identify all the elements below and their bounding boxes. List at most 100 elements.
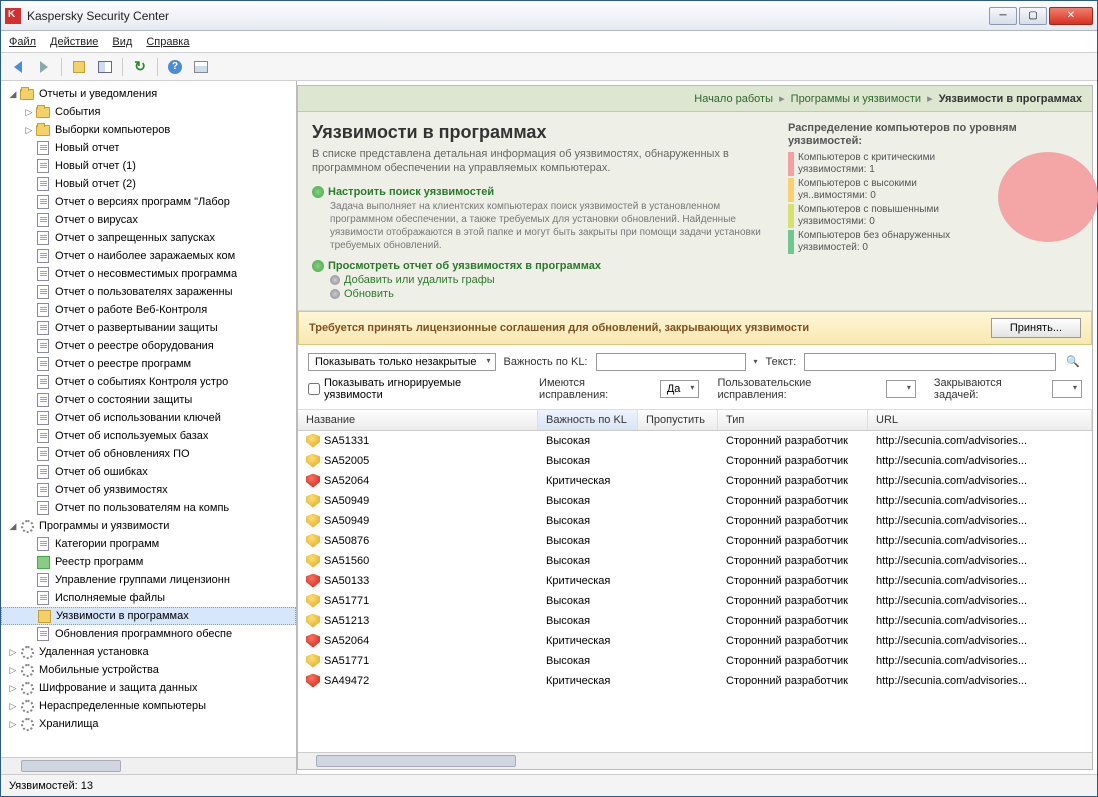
tree-node[interactable]: ▷Хранилища: [1, 715, 296, 733]
titlebar[interactable]: Kaspersky Security Center ─ ▢ ✕: [1, 1, 1097, 31]
table-row[interactable]: SA52064КритическаяСторонний разработчикh…: [298, 471, 1092, 491]
tree-node[interactable]: Отчет о запрещенных запусках: [1, 229, 296, 247]
tree-node[interactable]: Отчет о развертывании защиты: [1, 319, 296, 337]
breadcrumb-home[interactable]: Начало работы: [694, 93, 773, 105]
tree-node[interactable]: Уязвимости в программах: [1, 607, 296, 625]
menu-help[interactable]: Справка: [146, 36, 189, 48]
tree-node[interactable]: ▷События: [1, 103, 296, 121]
table-row[interactable]: SA51771ВысокаяСторонний разработчикhttp:…: [298, 651, 1092, 671]
tree-icon: [35, 230, 51, 246]
tree-node[interactable]: Отчет о вирусах: [1, 211, 296, 229]
tree-node[interactable]: Новый отчет (2): [1, 175, 296, 193]
help-button[interactable]: ?: [164, 56, 186, 78]
table-row[interactable]: SA51331ВысокаяСторонний разработчикhttp:…: [298, 431, 1092, 451]
table-row[interactable]: SA50133КритическаяСторонний разработчикh…: [298, 571, 1092, 591]
toolbar: ↻ ?: [1, 53, 1097, 81]
tree-node[interactable]: Реестр программ: [1, 553, 296, 571]
shield-icon: [306, 514, 320, 528]
table-row[interactable]: SA51213ВысокаяСторонний разработчикhttp:…: [298, 611, 1092, 631]
col-type[interactable]: Тип: [718, 410, 868, 430]
table-row[interactable]: SA50949ВысокаяСторонний разработчикhttp:…: [298, 491, 1092, 511]
help-icon: ?: [168, 60, 182, 74]
table-row[interactable]: SA49472КритическаяСторонний разработчикh…: [298, 671, 1092, 691]
refresh-button[interactable]: ↻: [129, 56, 151, 78]
tree-node[interactable]: Обновления программного обеспе: [1, 625, 296, 643]
configure-scan-link[interactable]: Настроить поиск уязвимостей: [312, 186, 778, 198]
tree-node[interactable]: Новый отчет: [1, 139, 296, 157]
panes-button[interactable]: [94, 56, 116, 78]
tree-node[interactable]: Отчет о реестре программ: [1, 355, 296, 373]
tree-node[interactable]: Отчет об ошибках: [1, 463, 296, 481]
nav-back-button[interactable]: [7, 56, 29, 78]
nav-forward-button[interactable]: [33, 56, 55, 78]
tree-node[interactable]: Категории программ: [1, 535, 296, 553]
close-button[interactable]: ✕: [1049, 7, 1093, 25]
bullet-icon: [330, 275, 340, 285]
table-row[interactable]: SA50949ВысокаяСторонний разработчикhttp:…: [298, 511, 1092, 531]
tree-node[interactable]: Отчет по пользователям на компь: [1, 499, 296, 517]
search-button[interactable]: 🔍: [1064, 353, 1082, 371]
menu-file[interactable]: Файл: [9, 36, 36, 48]
menu-view[interactable]: Вид: [112, 36, 132, 48]
table-row[interactable]: SA51560ВысокаяСторонний разработчикhttp:…: [298, 551, 1092, 571]
tree-node[interactable]: ◢Программы и уязвимости: [1, 517, 296, 535]
play-icon: [312, 186, 324, 198]
grid-header: Название Важность по KL Пропустить Тип U…: [298, 410, 1092, 431]
tree-node[interactable]: Отчет о пользователях зараженны: [1, 283, 296, 301]
tree-node[interactable]: ▷Мобильные устройства: [1, 661, 296, 679]
properties-button[interactable]: [190, 56, 212, 78]
breadcrumb: Начало работы ▸ Программы и уязвимости ▸…: [298, 86, 1092, 112]
col-url[interactable]: URL: [868, 410, 1092, 430]
user-fix-select[interactable]: [886, 380, 916, 398]
tree-node[interactable]: Отчет о наиболее заражаемых ком: [1, 247, 296, 265]
tree-node[interactable]: ▷Нераспределенные компьютеры: [1, 697, 296, 715]
tree-icon: [35, 536, 51, 552]
add-remove-columns-link[interactable]: Добавить или удалить графы: [330, 274, 778, 286]
severity-input[interactable]: [596, 353, 746, 371]
col-severity[interactable]: Важность по KL: [538, 410, 638, 430]
text-search-input[interactable]: [804, 353, 1056, 371]
sidebar-hscrollbar[interactable]: [1, 757, 296, 774]
breadcrumb-programs[interactable]: Программы и уязвимости: [791, 93, 921, 105]
tree-icon: [35, 374, 51, 390]
minimize-button[interactable]: ─: [989, 7, 1017, 25]
view-report-link[interactable]: Просмотреть отчет об уязвимостях в прогр…: [312, 260, 778, 272]
tree-node[interactable]: Отчет о работе Веб-Контроля: [1, 301, 296, 319]
show-open-select[interactable]: Показывать только незакрытые: [308, 353, 496, 371]
shield-icon: [306, 654, 320, 668]
closed-by-select[interactable]: [1052, 380, 1082, 398]
col-name[interactable]: Название: [298, 410, 538, 430]
bullet-icon: [330, 289, 340, 299]
tree-node[interactable]: ▷Выборки компьютеров: [1, 121, 296, 139]
show-ignored-checkbox[interactable]: Показывать игнорируемые уязвимости: [308, 377, 521, 401]
menu-action[interactable]: Действие: [50, 36, 98, 48]
tree-node[interactable]: Отчет об уязвимостях: [1, 481, 296, 499]
tree-node[interactable]: Отчет о событиях Контроля устро: [1, 373, 296, 391]
up-button[interactable]: [68, 56, 90, 78]
table-row[interactable]: SA52005ВысокаяСторонний разработчикhttp:…: [298, 451, 1092, 471]
tree-node[interactable]: Отчет об использовании ключей: [1, 409, 296, 427]
tree-icon: [35, 500, 51, 516]
col-skip[interactable]: Пропустить: [638, 410, 718, 430]
tree-node[interactable]: Отчет о состоянии защиты: [1, 391, 296, 409]
refresh-link[interactable]: Обновить: [330, 288, 778, 300]
tree-node[interactable]: ▷Удаленная установка: [1, 643, 296, 661]
tree-node[interactable]: Управление группами лицензионн: [1, 571, 296, 589]
table-row[interactable]: SA50876ВысокаяСторонний разработчикhttp:…: [298, 531, 1092, 551]
table-row[interactable]: SA51771ВысокаяСторонний разработчикhttp:…: [298, 591, 1092, 611]
has-fix-select[interactable]: Да: [660, 380, 700, 398]
tree-node[interactable]: ▷Шифрование и защита данных: [1, 679, 296, 697]
tree-node[interactable]: Отчет о версиях программ "Лабор: [1, 193, 296, 211]
tree-node[interactable]: Отчет об обновлениях ПО: [1, 445, 296, 463]
maximize-button[interactable]: ▢: [1019, 7, 1047, 25]
accept-button[interactable]: Принять...: [991, 318, 1081, 338]
vulnerabilities-grid[interactable]: Название Важность по KL Пропустить Тип U…: [298, 410, 1092, 752]
tree-node[interactable]: Отчет о реестре оборудования: [1, 337, 296, 355]
grid-hscrollbar[interactable]: [298, 752, 1092, 769]
tree-node[interactable]: Исполняемые файлы: [1, 589, 296, 607]
tree-node[interactable]: ◢Отчеты и уведомления: [1, 85, 296, 103]
tree-node[interactable]: Отчет об используемых базах: [1, 427, 296, 445]
tree-node[interactable]: Отчет о несовместимых программа: [1, 265, 296, 283]
table-row[interactable]: SA52064КритическаяСторонний разработчикh…: [298, 631, 1092, 651]
tree-node[interactable]: Новый отчет (1): [1, 157, 296, 175]
